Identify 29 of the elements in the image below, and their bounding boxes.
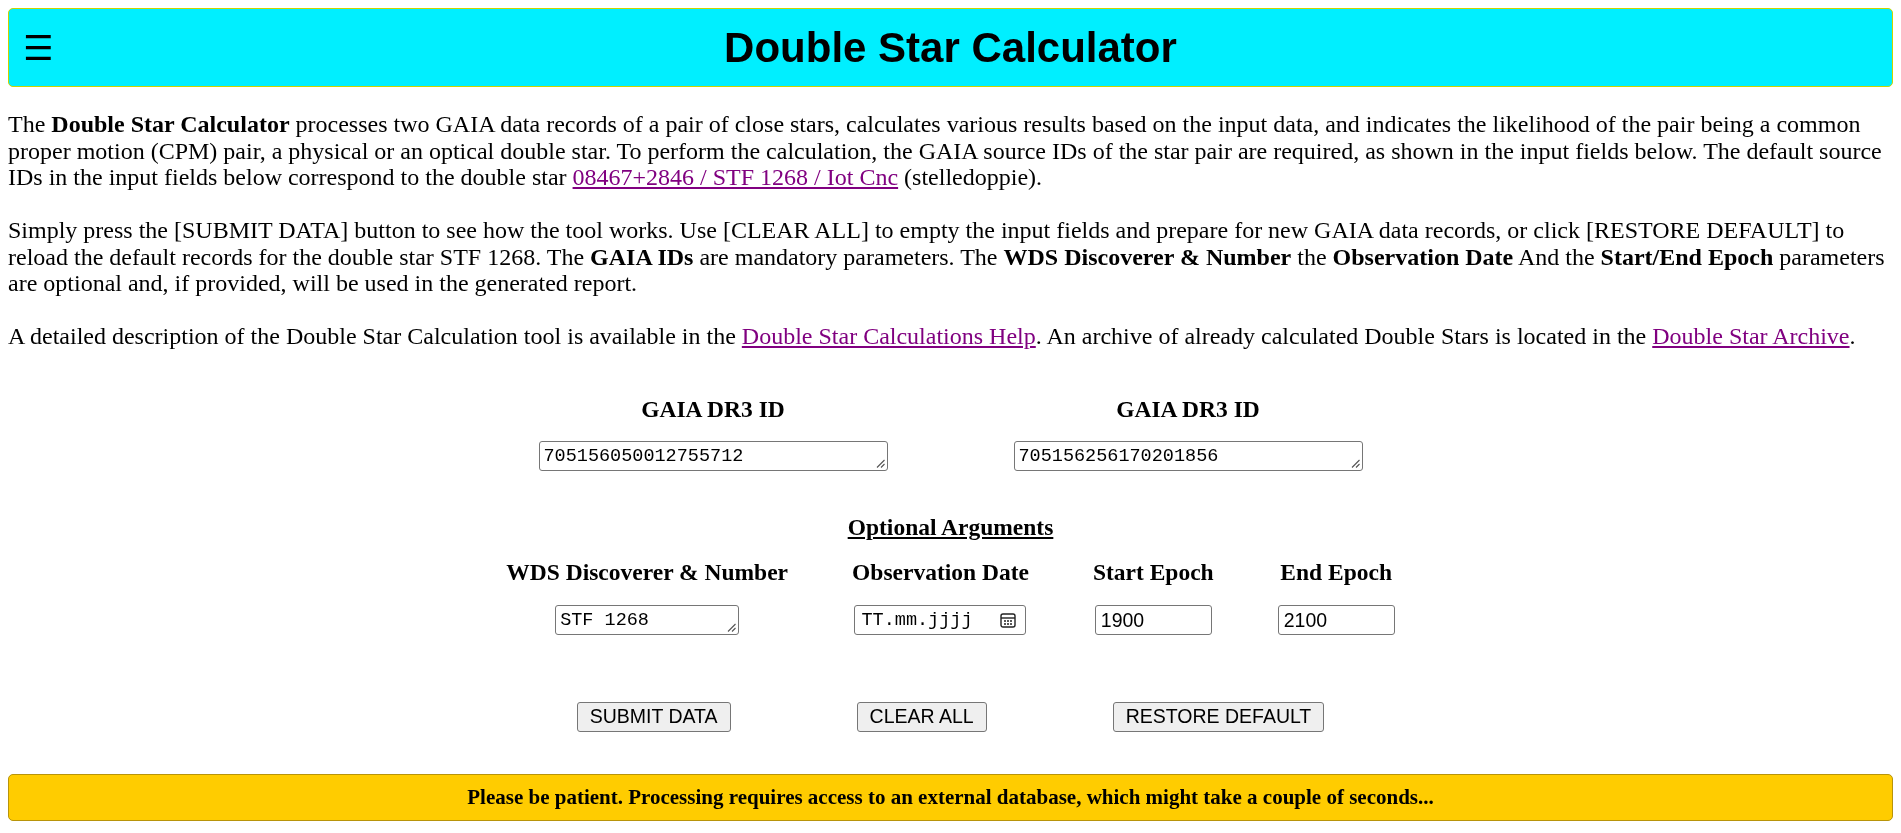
text-link[interactable]: 08467+2846 / STF 1268 / Iot Cnc [572,164,899,190]
resize-grip-icon[interactable] [1350,459,1360,468]
notice-banner: Please be patient. Processing requires access to an external database, which might take a couple of seconds... [8,774,1893,821]
page-title: Double Star Calculator [724,26,1177,69]
menu-button[interactable]: ☰ [23,30,54,65]
gaia-id-field[interactable]: 705156256170201856 [1013,441,1363,471]
action-button[interactable]: CLEAR ALL [856,702,987,732]
wds-field[interactable]: STF 1268 [555,605,740,635]
resize-grip-icon[interactable] [727,623,737,632]
action-button[interactable]: SUBMIT DATA [576,702,731,732]
gaia-id-field[interactable]: 705156050012755712 [538,441,888,471]
field-label: Start Epoch [1092,558,1214,585]
intro-paragraph: Simply press the [SUBMIT DATA] button to see how the tool works. Use [CLEAR ALL] to empty the input fields and prepare for new GAIA data records, or click [RESTORE DEFAULT] to reload the default records for the double star STF 1268. The GAIA IDs are mandatory parameters. The WDS Discoverer & Number the Observation Date And the Start/End Epoch parameters are optional and, if provided, will be used in the generated report. [8,217,1886,297]
text-link[interactable]: Double Star Archive [1652,323,1850,349]
epoch-field[interactable]: 2100 [1277,605,1395,635]
epoch-field[interactable]: 1900 [1094,605,1212,635]
intro-paragraph: The Double Star Calculator processes two GAIA data records of a pair of close stars, calculates various results based on the input data, and indicates the likelihood of the pair being a common proper motion (CPM) pair, a physical or an optical double star. To perform the calculation, the GAIA source IDs of the star pair are required, as shown in the input fields below. The default source IDs in the input fields below correspond to the double star 08467+2846 / STF 1268 / Iot Cnc (stelledoppie). [8,111,1883,191]
field-label: GAIA DR3 ID [1116,395,1260,422]
field-label: Observation Date [852,558,1029,585]
action-button[interactable]: RESTORE DEFAULT [1112,702,1325,732]
field-label: GAIA DR3 ID [641,395,785,422]
field-label: WDS Discoverer & Number [506,558,789,585]
section-heading: Optional Arguments [847,514,1054,541]
calendar-icon[interactable] [1000,612,1017,628]
field-label: End Epoch [1280,558,1393,585]
text-link[interactable]: Double Star Calculations Help [741,323,1036,349]
intro-paragraph: A detailed description of the Double Star Calculation tool is available in the Double Star Calculations Help. An archive of already calculated Double Stars is located in the Double Star Archive. [8,323,1857,350]
resize-grip-icon[interactable] [875,459,885,468]
date-field[interactable]: TT.mm.jjjj [854,605,1027,635]
